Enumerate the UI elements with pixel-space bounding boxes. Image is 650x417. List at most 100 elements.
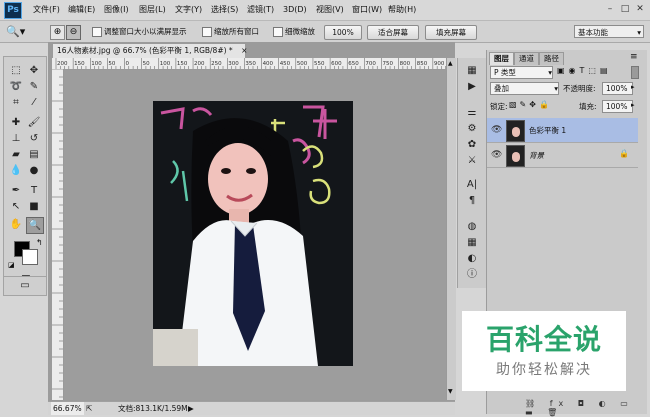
properties-panel-icon[interactable]: ⚙ (464, 122, 480, 136)
visibility-eye-icon[interactable]: 👁 (491, 150, 502, 160)
close-icon[interactable]: ✕ (634, 3, 646, 15)
styles-panel-icon[interactable]: ◍ (464, 220, 480, 234)
document-tab[interactable]: 16人物素材.jpg @ 66.7% (色彩平衡 1, RGB/8#) * × (52, 43, 247, 58)
lock-icon: 🔒 (619, 149, 629, 158)
scroll-up-icon[interactable]: ▲ (448, 60, 453, 67)
status-menu-icon[interactable]: ▶ (188, 402, 194, 415)
brush-tool-icon[interactable]: 🖌 (26, 115, 42, 130)
ruler-label: 50 (108, 61, 115, 67)
fill-screen-button[interactable]: 填充屏幕 (425, 25, 477, 40)
vertical-ruler (52, 69, 64, 400)
lock-icons[interactable]: ▧✎✥🔒 (509, 100, 552, 109)
gradient-tool-icon[interactable]: ▤ (26, 147, 42, 162)
menu-image[interactable]: 图像(I) (104, 4, 129, 16)
watermark-title: 百科全说 (485, 323, 602, 356)
workspace-select[interactable]: 基本功能 ▾ (574, 25, 644, 38)
percent-100-button[interactable]: 100% (324, 25, 362, 40)
right-eye (246, 168, 256, 174)
export-icon[interactable]: ⇱ (86, 402, 92, 415)
menu-help[interactable]: 帮助(H) (388, 4, 416, 16)
move-tool-icon[interactable]: ✥ (26, 63, 42, 78)
layer-kind-filter[interactable]: P 类型 ▾ (490, 66, 553, 79)
zoom-in-icon[interactable]: ⊕ (50, 25, 65, 40)
menu-layer[interactable]: 图层(L) (139, 4, 166, 16)
swatches-panel-icon[interactable]: ▦ (464, 236, 480, 250)
eraser-tool-icon[interactable]: ▰ (8, 147, 24, 162)
hand-tool-icon[interactable]: ✋ (8, 217, 24, 232)
history-brush-tool-icon[interactable]: ↺ (26, 131, 42, 146)
layer-row-color-balance[interactable]: 👁 色彩平衡 1 (487, 118, 638, 143)
healing-brush-tool-icon[interactable]: ✚ (8, 115, 24, 130)
filter-icons[interactable]: ▣◉T⬚▤ (557, 66, 612, 75)
menu-select[interactable]: 选择(S) (211, 4, 238, 16)
swap-colors-icon[interactable]: ↰ (36, 238, 43, 247)
menu-file[interactable]: 文件(F) (33, 4, 60, 16)
paragraph-panel-icon[interactable]: ¶ (464, 194, 480, 208)
quick-select-tool-icon[interactable]: ✎ (26, 79, 42, 94)
opacity-label: 不透明度: (563, 84, 596, 93)
color-panel-icon[interactable]: ◐ (464, 252, 480, 266)
visibility-eye-icon[interactable]: 👁 (491, 125, 502, 135)
eyedropper-tool-icon[interactable]: ⁄ (26, 95, 42, 110)
fill-dropdown-icon[interactable]: ▸ (631, 101, 635, 109)
zoom-all-windows-checkbox[interactable] (202, 27, 212, 37)
zoom-tool-icon[interactable]: 🔍 (26, 217, 44, 234)
adjustments-panel-icon[interactable]: ⚌ (464, 106, 480, 120)
blend-mode-select[interactable]: 叠加 ▾ (490, 82, 559, 95)
canvas-photo[interactable] (153, 101, 353, 366)
tab-paths[interactable]: 路径 (539, 52, 564, 65)
menu-3d[interactable]: 3D(D) (283, 4, 307, 16)
history-panel-icon[interactable]: ▦ (464, 64, 480, 78)
zoom-out-icon[interactable]: ⊖ (66, 25, 81, 40)
menu-window[interactable]: 窗口(W) (352, 4, 382, 16)
layer-name[interactable]: 色彩平衡 1 (529, 125, 566, 136)
layer-name[interactable]: 背景 (529, 150, 544, 161)
actions-panel-icon[interactable]: ▶ (464, 80, 480, 94)
fit-screen-button[interactable]: 适合屏幕 (367, 25, 419, 40)
ruler-label: 650 (348, 61, 359, 67)
maximize-icon[interactable]: □ (619, 3, 631, 15)
layer-thumbnail (506, 120, 525, 142)
panel-menu-icon[interactable]: ≡ (630, 52, 638, 62)
type-tool-icon[interactable]: T (26, 183, 42, 198)
opacity-input[interactable]: 100% (602, 82, 633, 95)
menu-edit[interactable]: 编辑(E) (68, 4, 95, 16)
lasso-tool-icon[interactable]: ➰ (8, 79, 24, 94)
ruler-label: 400 (263, 61, 274, 67)
tab-channels[interactable]: 通道 (514, 52, 539, 65)
info-panel-icon[interactable]: ⓘ (464, 268, 480, 282)
dodge-tool-icon[interactable]: ● (26, 163, 42, 178)
minimize-icon[interactable]: – (604, 3, 616, 15)
menu-type[interactable]: 文字(Y) (175, 4, 202, 16)
default-colors-icon[interactable]: ◪ (8, 261, 15, 269)
close-tab-icon[interactable]: × (241, 46, 247, 55)
layer-actions[interactable]: ⛓ fx ◘ ◐ ▭ ▬ 🗑 (525, 399, 647, 417)
screen-mode-icon[interactable]: ▭ (17, 278, 33, 293)
scrubby-zoom-checkbox[interactable] (273, 27, 283, 37)
character-panel-icon[interactable]: A| (464, 178, 480, 192)
ruler-label: 450 (280, 61, 291, 67)
rectangle-tool-icon[interactable]: ■ (26, 199, 42, 214)
menu-view[interactable]: 视图(V) (316, 4, 344, 16)
vertical-scrollbar[interactable]: ▲ ▼ (446, 58, 456, 400)
menu-filter[interactable]: 滤镜(T) (247, 4, 274, 16)
marquee-tool-icon[interactable]: ⬚ (8, 63, 24, 78)
clone-source-icon[interactable]: ⚔ (464, 154, 480, 168)
filter-toggle[interactable] (631, 66, 639, 79)
blur-tool-icon[interactable]: 💧 (8, 163, 24, 178)
tab-layers[interactable]: 图层 (489, 52, 514, 65)
opacity-dropdown-icon[interactable]: ▸ (631, 83, 635, 91)
path-selection-tool-icon[interactable]: ↖ (8, 199, 24, 214)
scroll-down-icon[interactable]: ▼ (448, 388, 453, 395)
layer-row-background[interactable]: 👁 背景 🔒 (487, 143, 638, 168)
ruler-label: 700 (365, 61, 376, 67)
fill-input[interactable]: 100% (602, 100, 633, 113)
background-color-swatch[interactable] (22, 249, 38, 265)
resize-windows-checkbox[interactable] (92, 27, 102, 37)
crop-tool-icon[interactable]: ⌗ (8, 95, 24, 110)
zoom-tool-preset-icon[interactable]: 🔍▾ (6, 25, 25, 38)
pen-tool-icon[interactable]: ✒ (8, 183, 24, 198)
brush-presets-icon[interactable]: ✿ (464, 138, 480, 152)
clone-stamp-tool-icon[interactable]: ⊥ (8, 131, 24, 146)
zoom-level[interactable]: 66.67% (51, 402, 84, 415)
